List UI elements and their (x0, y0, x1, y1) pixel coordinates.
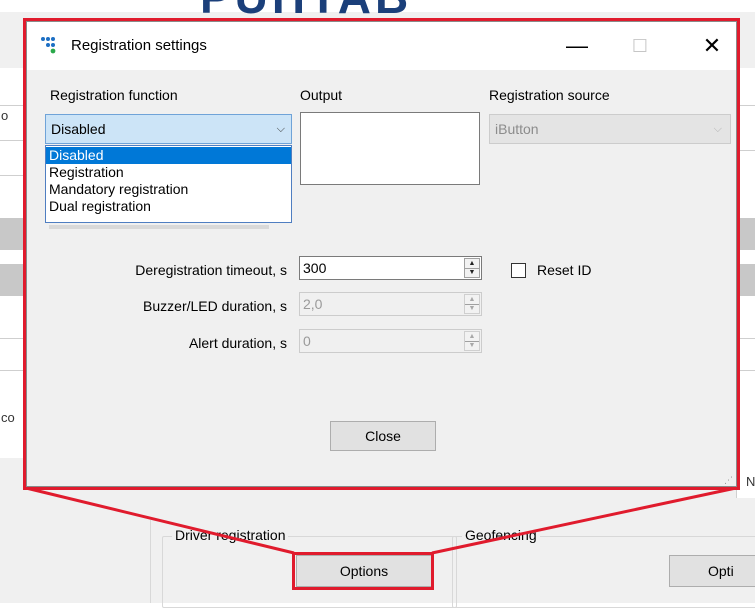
geofencing-group-label: Geofencing (462, 527, 540, 543)
options-button-highlight (292, 552, 434, 590)
driver-registration-group-label: Driver registration (172, 527, 289, 543)
background-left-letter: co (1, 410, 15, 425)
background-right-letter: N (746, 474, 755, 489)
background-left-letter: o (1, 108, 9, 123)
background-divider (150, 520, 151, 603)
geofencing-options-button[interactable]: Opti (669, 555, 755, 587)
dialog-highlight-frame (23, 18, 740, 490)
